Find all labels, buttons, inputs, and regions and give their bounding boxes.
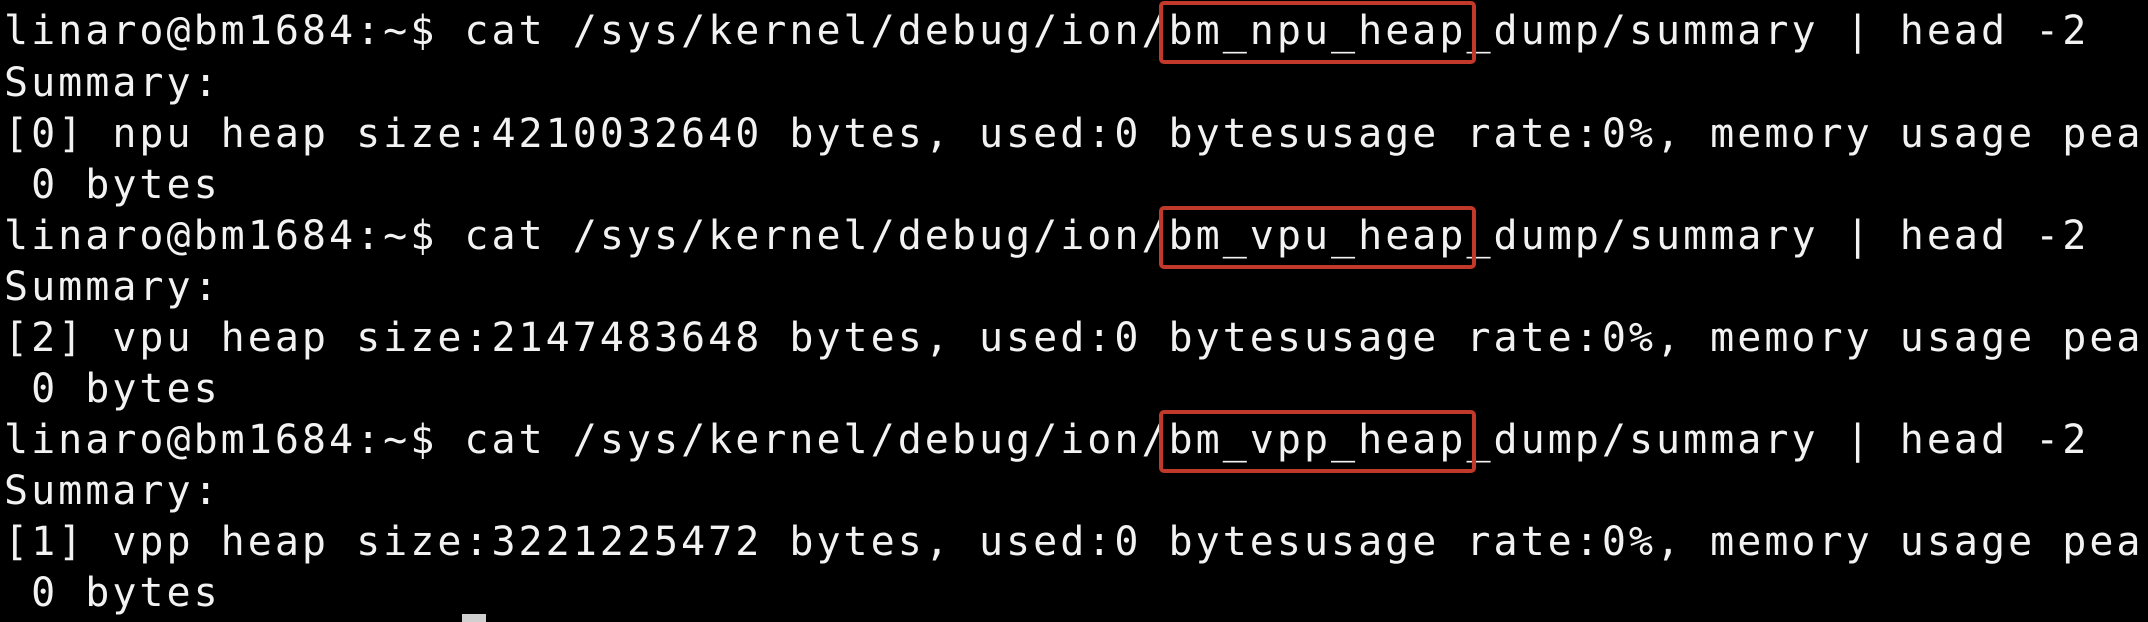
heap-info-line: [2] vpu heap size:2147483648 bytes, used… [4, 315, 2148, 361]
command-line-vpp: linaro@bm1684:~$ cat /sys/kernel/debug/i… [4, 410, 2090, 473]
peak-value-line: 0 bytes [4, 366, 221, 412]
peak-value-line: 0 bytes [4, 570, 221, 616]
shell-prompt: linaro@bm1684:~$ [4, 8, 465, 54]
heap-info-line: [1] vpp heap size:3221225472 bytes, used… [4, 519, 2148, 565]
shell-prompt: linaro@bm1684:~$ [4, 213, 465, 259]
summary-label: Summary: [4, 60, 221, 106]
shell-prompt: linaro@bm1684:~$ [4, 417, 465, 463]
command-path-prefix: cat /sys/kernel/debug/ion/ [464, 8, 1169, 54]
command-path-suffix: _dump/summary | head -2 [1466, 213, 2090, 259]
command-line-npu: linaro@bm1684:~$ cat /sys/kernel/debug/i… [4, 1, 2090, 64]
highlighted-heap-name: bm_vpu_heap [1158, 206, 1477, 269]
command-path-suffix: _dump/summary | head -2 [1466, 417, 2090, 463]
peak-value-line: 0 bytes [4, 162, 221, 208]
summary-label: Summary: [4, 264, 221, 310]
command-line-vpu: linaro@bm1684:~$ cat /sys/kernel/debug/i… [4, 206, 2090, 269]
terminal-window[interactable]: linaro@bm1684:~$ cat /sys/kernel/debug/i… [0, 0, 2148, 622]
highlighted-heap-name: bm_npu_heap [1158, 1, 1477, 64]
command-path-prefix: cat /sys/kernel/debug/ion/ [464, 417, 1169, 463]
command-path-prefix: cat /sys/kernel/debug/ion/ [464, 213, 1169, 259]
summary-label: Summary: [4, 468, 221, 514]
heap-info-line: [0] npu heap size:4210032640 bytes, used… [4, 111, 2148, 157]
highlighted-heap-name: bm_vpp_heap [1158, 410, 1477, 473]
text-cursor [462, 614, 486, 622]
command-path-suffix: _dump/summary | head -2 [1466, 8, 2090, 54]
